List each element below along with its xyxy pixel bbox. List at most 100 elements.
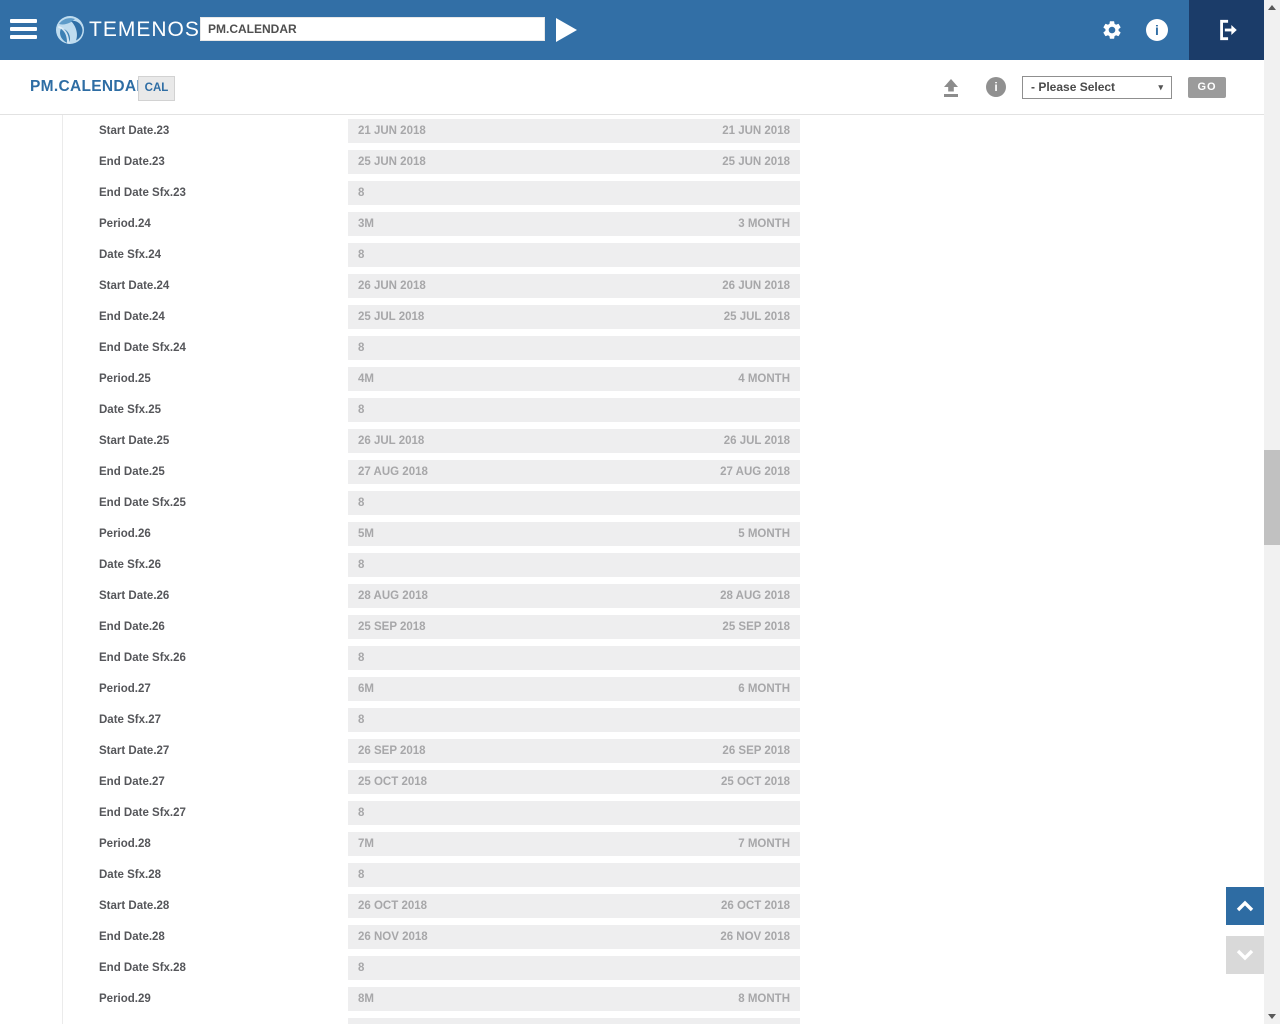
field-row: Date Sfx.27 8 [0, 708, 1280, 732]
field-value-box: 26 JUL 2018 26 JUL 2018 [348, 429, 800, 453]
scrollbar-down-arrow-icon[interactable] [1268, 1014, 1276, 1019]
field-row: Date Sfx.25 8 [0, 398, 1280, 422]
scroll-to-bottom-button[interactable] [1226, 936, 1264, 974]
field-value: 26 JUL 2018 [358, 429, 424, 453]
field-row: End Date Sfx.28 8 [0, 956, 1280, 980]
field-value: 28 AUG 2018 [358, 584, 428, 608]
field-row: Period.29 8M 8 MONTH [0, 987, 1280, 1011]
field-value-box [348, 1018, 800, 1024]
info-icon[interactable]: i [1146, 19, 1168, 41]
run-command-icon[interactable] [556, 18, 577, 42]
field-value: 8 [358, 336, 364, 360]
field-row: End Date Sfx.23 8 [0, 181, 1280, 205]
field-value-box: 8 [348, 708, 800, 732]
field-label: Date Sfx.28 [99, 863, 339, 887]
field-row [0, 1018, 1280, 1024]
sign-out-button[interactable] [1189, 0, 1264, 60]
settings-gear-icon[interactable] [1101, 19, 1123, 46]
field-value: 4M [358, 367, 374, 391]
field-row: Start Date.24 26 JUN 2018 26 JUN 2018 [0, 274, 1280, 298]
vertical-scrollbar[interactable] [1264, 0, 1280, 1024]
field-value: 8 [358, 243, 364, 267]
field-value-box: 26 JUN 2018 26 JUN 2018 [348, 274, 800, 298]
field-label: Period.29 [99, 987, 339, 1011]
field-value: 26 OCT 2018 [358, 894, 427, 918]
scrollbar-thumb[interactable] [1264, 450, 1280, 545]
app-window: TEMENOS i PM.CALENDAR CAL i [0, 0, 1280, 1024]
field-value-box: 21 JUN 2018 21 JUN 2018 [348, 119, 800, 143]
field-enrichment: 25 JUL 2018 [724, 305, 790, 329]
go-button[interactable]: GO [1188, 77, 1226, 98]
field-label: End Date.27 [99, 770, 339, 794]
chevron-down-icon: ▾ [1158, 77, 1163, 98]
field-value: 25 SEP 2018 [358, 615, 426, 639]
field-label: End Date Sfx.23 [99, 181, 339, 205]
scroll-to-top-button[interactable] [1226, 887, 1264, 925]
field-label: Date Sfx.24 [99, 243, 339, 267]
field-row: Start Date.27 26 SEP 2018 26 SEP 2018 [0, 739, 1280, 763]
field-enrichment: 25 SEP 2018 [722, 615, 790, 639]
field-row: End Date.27 25 OCT 2018 25 OCT 2018 [0, 770, 1280, 794]
field-value: 25 OCT 2018 [358, 770, 427, 794]
field-label: Start Date.26 [99, 584, 339, 608]
field-value-box: 26 OCT 2018 26 OCT 2018 [348, 894, 800, 918]
record-toolbar: PM.CALENDAR CAL i - Please Select ▾ GO [0, 60, 1280, 115]
page-title: PM.CALENDAR [30, 60, 148, 114]
field-enrichment: 26 SEP 2018 [722, 739, 790, 763]
chevron-up-icon [1236, 900, 1254, 912]
field-value: 26 JUN 2018 [358, 274, 426, 298]
field-label: Start Date.27 [99, 739, 339, 763]
field-value-box: 26 SEP 2018 26 SEP 2018 [348, 739, 800, 763]
field-value: 8 [358, 553, 364, 577]
field-value: 8 [358, 646, 364, 670]
chevron-down-icon [1236, 949, 1254, 961]
field-enrichment: 27 AUG 2018 [720, 460, 790, 484]
field-enrichment: 21 JUN 2018 [722, 119, 790, 143]
info-icon[interactable]: i [986, 77, 1006, 97]
field-value-box: 8 [348, 181, 800, 205]
field-label: Start Date.28 [99, 894, 339, 918]
field-enrichment: 7 MONTH [738, 832, 790, 856]
field-enrichment: 26 JUN 2018 [722, 274, 790, 298]
field-value-box: 8 [348, 491, 800, 515]
scrollbar-up-arrow-icon[interactable] [1268, 5, 1276, 10]
field-value: 7M [358, 832, 374, 856]
field-enrichment: 28 AUG 2018 [720, 584, 790, 608]
field-row: End Date Sfx.25 8 [0, 491, 1280, 515]
menu-icon[interactable] [10, 19, 37, 41]
field-label: End Date Sfx.28 [99, 956, 339, 980]
field-label: End Date Sfx.25 [99, 491, 339, 515]
field-value: 8 [358, 956, 364, 980]
field-enrichment: 26 OCT 2018 [721, 894, 790, 918]
upload-icon[interactable] [941, 77, 961, 104]
field-label: End Date.24 [99, 305, 339, 329]
field-label: Start Date.24 [99, 274, 339, 298]
field-value: 8 [358, 708, 364, 732]
field-value-box: 8 [348, 398, 800, 422]
field-value: 8 [358, 398, 364, 422]
field-value: 27 AUG 2018 [358, 460, 428, 484]
field-row: End Date Sfx.27 8 [0, 801, 1280, 825]
field-value-box: 8 [348, 243, 800, 267]
brand-wordmark: TEMENOS [89, 0, 200, 60]
field-row: Start Date.23 21 JUN 2018 21 JUN 2018 [0, 119, 1280, 143]
field-label: End Date.28 [99, 925, 339, 949]
field-value: 25 JUL 2018 [358, 305, 424, 329]
field-enrichment: 6 MONTH [738, 677, 790, 701]
field-label: End Date.25 [99, 460, 339, 484]
field-value-box: 25 JUL 2018 25 JUL 2018 [348, 305, 800, 329]
field-label: Start Date.23 [99, 119, 339, 143]
top-header: TEMENOS i [0, 0, 1280, 60]
field-value: 21 JUN 2018 [358, 119, 426, 143]
field-value-box: 8 [348, 956, 800, 980]
command-line-input[interactable] [200, 17, 545, 41]
action-select[interactable]: - Please Select ▾ [1022, 76, 1172, 99]
field-row: End Date.25 27 AUG 2018 27 AUG 2018 [0, 460, 1280, 484]
field-row: End Date Sfx.26 8 [0, 646, 1280, 670]
field-row: Period.24 3M 3 MONTH [0, 212, 1280, 236]
field-row: Date Sfx.24 8 [0, 243, 1280, 267]
field-value-box: 27 AUG 2018 27 AUG 2018 [348, 460, 800, 484]
field-enrichment: 5 MONTH [738, 522, 790, 546]
field-value-box: 8M 8 MONTH [348, 987, 800, 1011]
field-row: Start Date.28 26 OCT 2018 26 OCT 2018 [0, 894, 1280, 918]
